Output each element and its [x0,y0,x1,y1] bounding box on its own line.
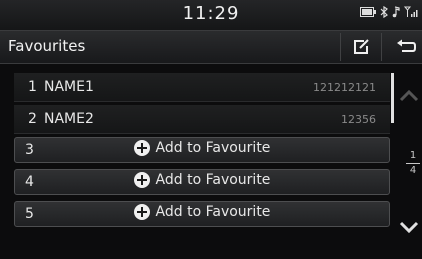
add-favourite-label: Add to Favourite [155,204,271,220]
plus-icon [133,204,150,220]
current-page: 1 [409,150,417,161]
plus-icon [133,172,150,188]
clock: 11:29 [182,3,240,24]
contact-name: NAME1 [44,79,94,95]
scrollbar[interactable] [391,73,394,123]
edit-button[interactable] [340,33,382,61]
signal-icon [404,6,418,17]
plus-icon [133,140,150,156]
status-bar: 11:29 [0,0,422,31]
row-index: 2 [28,111,37,127]
add-favourite-label: Add to Favourite [155,140,271,156]
contact-number: 121212121 [313,81,376,94]
bluetooth-icon [380,6,388,18]
chevron-down-icon [399,221,419,234]
row-index: 1 [28,79,37,95]
add-favourite-button[interactable]: 5 Add to Favourite [14,201,390,227]
page-divider [406,163,420,164]
add-favourite-label: Add to Favourite [155,172,271,188]
add-favourite-button[interactable]: 4 Add to Favourite [14,169,390,195]
chevron-up-icon [399,89,419,102]
back-button[interactable] [390,33,422,61]
page-title: Favourites [8,37,86,55]
scroll-down-button[interactable] [396,215,422,239]
battery-icon [360,7,376,17]
scroll-up-button[interactable] [396,84,422,108]
add-favourite-button[interactable]: 3 Add to Favourite [14,137,390,163]
total-pages: 4 [409,165,417,176]
back-arrow-icon [397,39,416,52]
favourite-row[interactable]: 2 NAME2 12356 [14,105,390,134]
page-indicator: 1 4 [406,150,420,177]
status-icons [360,6,418,18]
contact-number: 12356 [341,113,376,126]
favourites-list: 1 NAME1 121212121 2 NAME2 12356 3 Add to… [14,73,390,233]
favourite-row[interactable]: 1 NAME1 121212121 [14,73,390,102]
edit-icon [354,39,369,54]
title-bar: Favourites [0,31,422,64]
contact-name: NAME2 [44,111,94,127]
music-note-icon [392,6,400,18]
